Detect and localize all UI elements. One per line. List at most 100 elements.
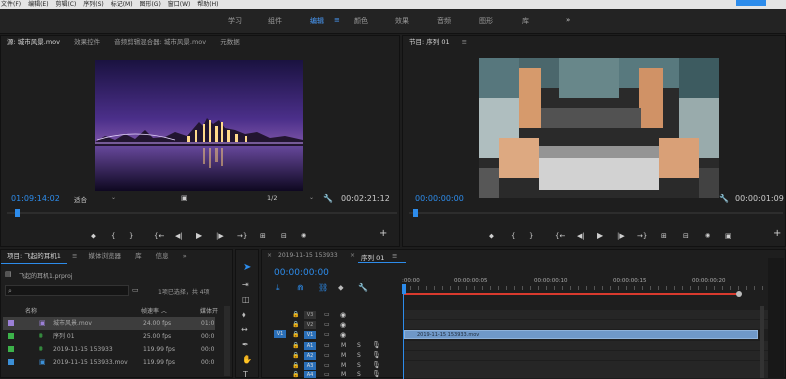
program-add-button-icon[interactable]: + [773,229,781,239]
column-media-start[interactable]: 媒体开 [200,306,218,315]
go-to-out-icon[interactable]: →} [237,232,247,240]
tab-sequence-01[interactable]: 序列 01 [361,252,384,262]
track-a3[interactable]: A3 [304,362,316,370]
work-area-end-handle[interactable] [736,291,742,297]
sync-lock-icon[interactable]: ▭ [324,331,330,338]
microphone-icon[interactable]: 🎙 [372,351,381,359]
close-tab-icon[interactable]: × [267,252,272,259]
track-a4[interactable]: A4 [304,371,316,378]
time-ruler[interactable]: :00:00 00:00:00:05 00:00:00:10 00:00:00:… [402,276,784,294]
list-item[interactable]: ⩩ 序列 01 25.00 fps 00:0 [3,330,215,343]
lock-icon[interactable]: 🔒 [292,352,299,359]
wrench-icon[interactable]: 🔧 [323,194,333,203]
workspace-menu-icon[interactable]: ≡ [334,16,340,24]
program-add-marker-icon[interactable]: ⬥ [489,232,494,240]
solo-button[interactable]: S [357,352,361,359]
pen-tool-icon[interactable]: ✒ [242,340,249,349]
mute-button[interactable]: M [341,352,346,359]
tab-project[interactable]: 项目: 飞起的耳机1 [1,250,67,264]
label-color-swatch[interactable] [8,359,14,365]
workspace-libraries[interactable]: 库 [522,16,529,26]
microphone-icon[interactable]: 🎙 [372,361,381,369]
project-menu-icon[interactable]: ≡ [69,250,80,263]
solo-button[interactable]: S [357,371,361,378]
tab-effect-controls[interactable]: 效果控件 [68,36,106,49]
track-v1[interactable]: V1 [304,331,316,339]
list-item[interactable]: ⩩ 2019-11-15 153933 119.99 fps 00:0 [3,343,215,356]
workspace-editing[interactable]: 编辑 [310,16,324,26]
column-frame-rate[interactable]: 帧速率 ︿ [141,306,167,315]
lock-icon[interactable]: 🔒 [292,342,299,349]
program-scrub-bar[interactable] [409,212,783,214]
lock-icon[interactable]: 🔒 [292,311,299,318]
menu-clip[interactable]: 剪辑(C) [54,1,76,8]
column-name[interactable]: 名称 [25,306,37,315]
comparison-view-icon[interactable]: ▣ [725,232,732,240]
hand-tool-icon[interactable]: ✋ [242,355,252,364]
source-timecode[interactable]: 01:09:14:02 [11,194,60,203]
label-color-swatch[interactable] [8,346,14,352]
fit-dropdown[interactable]: 适合 [74,194,87,204]
add-marker-icon[interactable]: ⬥ [91,232,96,240]
microphone-icon[interactable]: 🎙 [372,341,381,349]
program-mark-in-icon[interactable]: { [511,232,515,240]
add-marker-icon[interactable]: ⬥ [338,283,344,293]
program-step-forward-icon[interactable]: |▶ [617,232,625,240]
tab-sequence-1[interactable]: 2019-11-15 153933 [278,252,338,259]
insert-nest-icon[interactable]: ⤓ [276,283,280,293]
track-v2[interactable]: V2 [304,321,316,329]
workspace-effects[interactable]: 效果 [395,16,409,26]
program-export-frame-icon[interactable]: ◉ [705,232,710,240]
sync-lock-icon[interactable]: ▭ [324,311,330,318]
program-timecode[interactable]: 00:00:00:00 [415,194,464,203]
track-lane-a3[interactable] [404,361,774,370]
label-color-swatch[interactable] [8,333,14,339]
list-item[interactable]: ▣ 2019-11-15 153933.mov 119.99 fps 00:0 [3,356,215,369]
tab-info[interactable]: 信息 [150,250,175,263]
program-go-to-out-icon[interactable]: →} [637,232,647,240]
mark-in-icon[interactable]: { [111,232,115,240]
menu-file[interactable]: 文件(F) [0,1,21,8]
menu-graphics[interactable]: 图形(G) [138,1,160,8]
track-lane-v3[interactable] [404,310,774,319]
step-forward-icon[interactable]: |▶ [216,232,224,240]
sync-lock-icon[interactable]: ▭ [324,342,330,349]
program-wrench-icon[interactable]: 🔧 [719,194,729,203]
mark-out-icon[interactable]: } [129,232,133,240]
label-color-swatch[interactable] [8,320,14,326]
sync-lock-icon[interactable]: ▭ [324,362,330,369]
workspace-assembly[interactable]: 组件 [268,16,282,26]
step-back-icon[interactable]: ◀| [175,232,183,240]
source-settings-icon[interactable]: ▣ [181,194,188,202]
razor-tool-icon[interactable]: ⬧ [242,310,246,320]
resolution-dropdown[interactable]: 1/2 [267,194,277,202]
timeline-menu-icon[interactable]: ≡ [392,252,397,260]
slip-tool-icon[interactable]: ↔ [241,325,248,334]
eye-icon[interactable]: ◉ [340,311,346,319]
program-step-back-icon[interactable]: ◀| [577,232,585,240]
program-play-icon[interactable]: ▶ [597,232,603,240]
timeline-timecode[interactable]: 00:00:00:00 [274,268,329,278]
resolution-chevron-icon[interactable]: ⌄ [309,194,314,201]
add-button-icon[interactable]: + [379,229,387,239]
source-playhead[interactable] [15,209,20,217]
track-lane-a2[interactable] [404,351,774,360]
track-a1[interactable]: A1 [304,342,316,350]
fit-chevron-icon[interactable]: ⌄ [111,194,116,201]
lock-icon[interactable]: 🔒 [292,331,299,338]
work-area-bar[interactable] [404,293,739,295]
video-clip[interactable]: 2019-11-15 153933.mov [404,330,758,339]
play-icon[interactable]: ▶ [196,232,202,240]
timeline-settings-icon[interactable]: 🔧 [358,283,368,292]
menu-help[interactable]: 帮助(H) [196,1,218,8]
program-playhead[interactable] [413,209,418,217]
menu-sequence[interactable]: 序列(S) [82,1,104,8]
tab-media-browser[interactable]: 媒体浏览器 [83,250,128,263]
track-select-tool-icon[interactable]: ⇥ [242,280,249,289]
export-frame-icon[interactable]: ◉ [301,232,306,240]
workspace-learning[interactable]: 学习 [228,16,242,26]
lift-icon[interactable]: ⊞ [661,232,667,240]
timeline-vertical-scrollbar[interactable] [760,306,764,378]
menu-edit[interactable]: 编辑(E) [27,1,48,8]
snap-icon[interactable]: ⋒ [297,283,304,292]
